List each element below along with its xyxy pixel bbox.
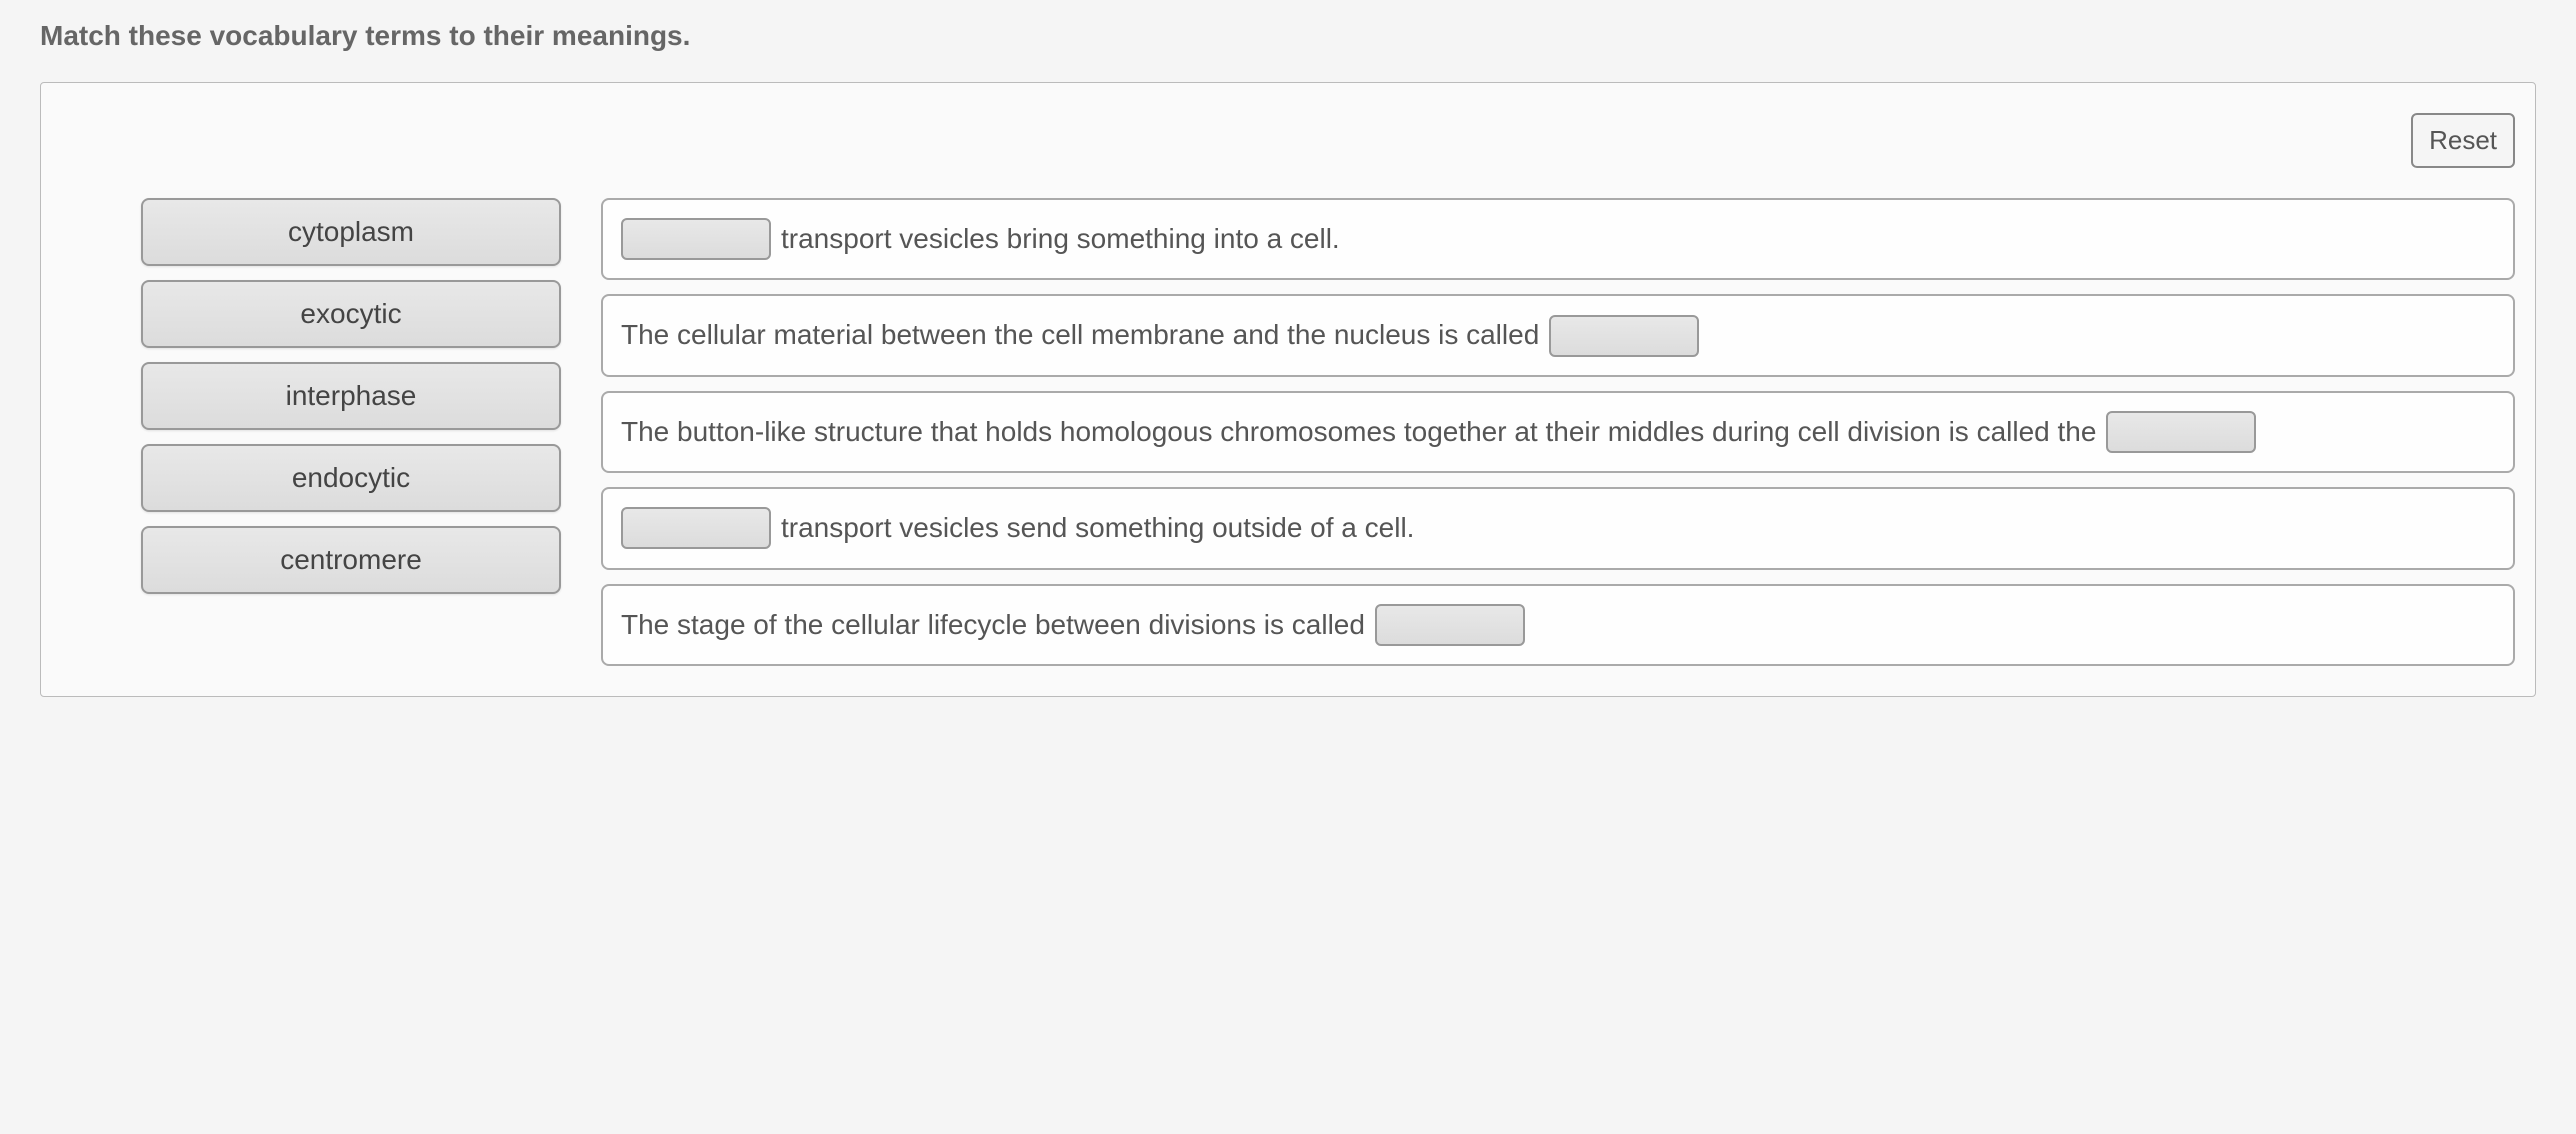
term-endocytic[interactable]: endocytic xyxy=(141,444,561,512)
term-cytoplasm[interactable]: cytoplasm xyxy=(141,198,561,266)
definitions-column: transport vesicles bring something into … xyxy=(601,198,2515,666)
drop-slot-1[interactable] xyxy=(1549,315,1699,357)
definition-text-0: transport vesicles bring something into … xyxy=(781,214,1340,264)
definition-row-2: The button-like structure that holds hom… xyxy=(601,391,2515,473)
definition-row-0: transport vesicles bring something into … xyxy=(601,198,2515,280)
drop-slot-4[interactable] xyxy=(1375,604,1525,646)
terms-column: cytoplasm exocytic interphase endocytic … xyxy=(141,198,561,594)
definition-row-1: The cellular material between the cell m… xyxy=(601,294,2515,376)
reset-button[interactable]: Reset xyxy=(2411,113,2515,168)
content-row: cytoplasm exocytic interphase endocytic … xyxy=(61,198,2515,666)
definition-row-4: The stage of the cellular lifecycle betw… xyxy=(601,584,2515,666)
drop-slot-2[interactable] xyxy=(2106,411,2256,453)
instruction-text: Match these vocabulary terms to their me… xyxy=(40,20,2536,52)
definition-text-1: The cellular material between the cell m… xyxy=(621,310,1539,360)
definition-text-4: The stage of the cellular lifecycle betw… xyxy=(621,600,1365,650)
definition-text-2: The button-like structure that holds hom… xyxy=(621,407,2096,457)
drop-slot-3[interactable] xyxy=(621,507,771,549)
term-exocytic[interactable]: exocytic xyxy=(141,280,561,348)
definition-text-3: transport vesicles send something outsid… xyxy=(781,503,1414,553)
term-interphase[interactable]: interphase xyxy=(141,362,561,430)
definition-row-3: transport vesicles send something outsid… xyxy=(601,487,2515,569)
term-centromere[interactable]: centromere xyxy=(141,526,561,594)
reset-row: Reset xyxy=(61,113,2515,168)
matching-container: Reset cytoplasm exocytic interphase endo… xyxy=(40,82,2536,697)
drop-slot-0[interactable] xyxy=(621,218,771,260)
